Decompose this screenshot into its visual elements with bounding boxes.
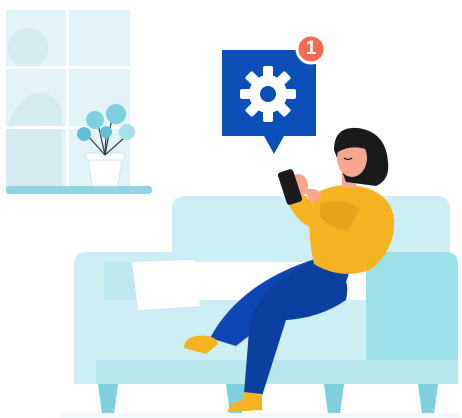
illustration-scene: 1 (0, 0, 462, 418)
sofa-base (96, 360, 458, 384)
window-mullion (66, 10, 69, 188)
sofa-leg (418, 384, 438, 414)
sofa-leg (98, 384, 118, 414)
plant-leaf (119, 124, 135, 140)
sofa-pillow (132, 260, 200, 310)
plant-leaf (106, 104, 126, 124)
window (6, 10, 152, 194)
sofa-leg (324, 384, 344, 414)
plant-pot (87, 157, 123, 187)
notification-count: 1 (305, 38, 317, 59)
illustration-canvas (6, 10, 460, 418)
window-sill (6, 186, 152, 194)
window-transom-bottom (6, 126, 130, 129)
floor-line (60, 413, 460, 418)
window-transom-top (6, 66, 130, 69)
gear-icon (240, 66, 296, 122)
plant-leaf (100, 126, 112, 138)
plant-leaf (86, 111, 104, 129)
plant-leaf (77, 127, 91, 141)
window-reflection-circle (8, 28, 48, 68)
